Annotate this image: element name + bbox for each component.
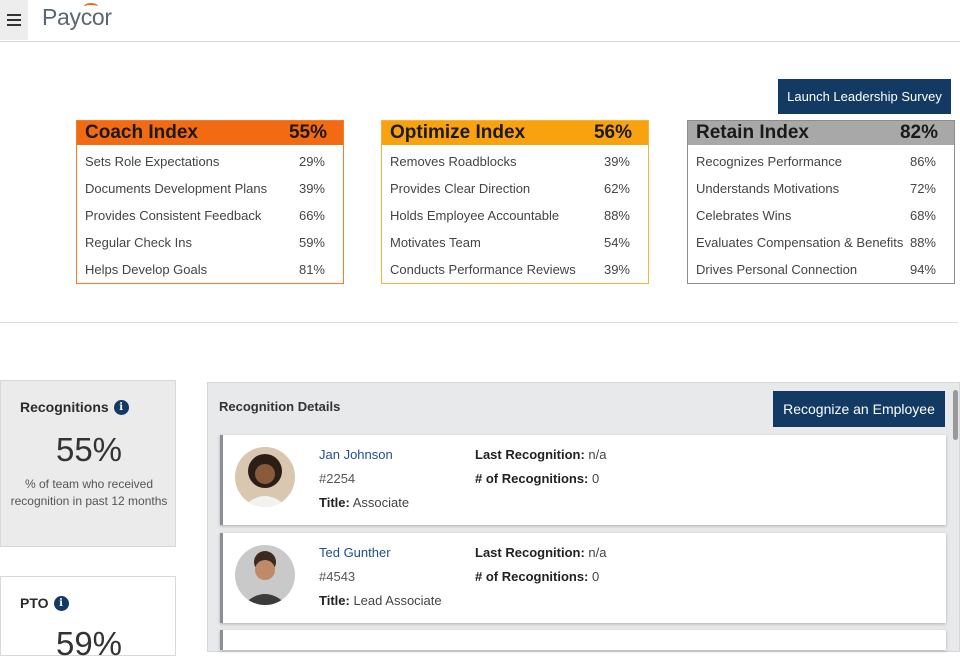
index-row-label: Understands Motivations	[696, 181, 840, 196]
recognitions-stat-title: Recognitions i	[20, 399, 129, 415]
index-row-label: Holds Employee Accountable	[390, 208, 560, 223]
optimize-index-card: Optimize Index 56% Removes Roadblocks 39%…	[381, 120, 649, 284]
index-row: Holds Employee Accountable 88%	[382, 202, 648, 229]
index-row: Regular Check Ins 59%	[77, 229, 343, 256]
index-row: Sets Role Expectations 29%	[77, 148, 343, 175]
index-row-value: 39%	[298, 181, 325, 196]
index-row-value: 54%	[603, 235, 630, 250]
recognize-employee-button[interactable]: Recognize an Employee	[773, 391, 945, 427]
index-row-label: Drives Personal Connection	[696, 262, 858, 277]
optimize-index-header: Optimize Index 56%	[382, 121, 648, 145]
employee-card[interactable]: Ted Gunther #4543 Title: Lead Associate …	[220, 533, 946, 623]
logo-arc-icon	[84, 3, 98, 10]
index-row: Provides Clear Direction 62%	[382, 175, 648, 202]
retain-index-card: Retain Index 82% Recognizes Performance 8…	[687, 120, 955, 284]
employee-id: #2254	[319, 471, 356, 486]
index-row-label: Regular Check Ins	[85, 235, 192, 250]
index-row-value: 88%	[603, 208, 630, 223]
index-row-label: Celebrates Wins	[696, 208, 792, 223]
scrollbar-thumb[interactable]	[953, 390, 958, 440]
index-row-label: Removes Roadblocks	[390, 154, 517, 169]
index-row-label: Provides Clear Direction	[390, 181, 531, 196]
employee-id: #4543	[319, 569, 356, 584]
index-row-label: Conducts Performance Reviews	[390, 262, 576, 277]
retain-index-header: Retain Index 82%	[688, 121, 954, 145]
index-row-label: Evaluates Compensation & Benefits	[696, 235, 904, 250]
launch-leadership-survey-button[interactable]: Launch Leadership Survey	[778, 79, 951, 114]
employee-avatar	[235, 447, 295, 507]
index-row-label: Documents Development Plans	[85, 181, 268, 196]
employee-title: Title: Associate	[319, 495, 410, 510]
coach-index-header: Coach Index 55%	[77, 121, 343, 145]
index-row-label: Provides Consistent Feedback	[85, 208, 262, 223]
index-row: Conducts Performance Reviews 39%	[382, 256, 648, 283]
top-bar: Paycor	[0, 0, 960, 42]
employee-name[interactable]: Ted Gunther	[319, 545, 391, 560]
index-row: Removes Roadblocks 39%	[382, 148, 648, 175]
index-row-value: 59%	[298, 235, 325, 250]
recognition-count: # of Recognitions: 0	[475, 569, 600, 584]
hamburger-menu-icon[interactable]	[0, 0, 28, 40]
index-row-value: 72%	[909, 181, 936, 196]
index-title: Optimize Index	[390, 122, 526, 143]
recognition-details-title: Recognition Details	[219, 399, 341, 414]
index-row: Celebrates Wins 68%	[688, 202, 954, 229]
last-recognition: Last Recognition: n/a	[475, 447, 607, 462]
employee-card[interactable]	[220, 630, 946, 650]
employee-title: Title: Lead Associate	[319, 593, 442, 608]
index-row-value: 29%	[298, 154, 325, 169]
index-row-value: 39%	[603, 262, 630, 277]
info-icon[interactable]: i	[113, 399, 129, 415]
index-score: 55%	[288, 122, 327, 143]
index-row-value: 39%	[603, 154, 630, 169]
last-recognition: Last Recognition: n/a	[475, 545, 607, 560]
coach-index-card: Coach Index 55% Sets Role Expectations 29…	[76, 120, 344, 284]
index-row-value: 86%	[909, 154, 936, 169]
recognitions-stat-card: Recognitions i 55% % of team who receive…	[0, 380, 176, 547]
index-row-value: 68%	[909, 208, 936, 223]
section-divider	[0, 322, 958, 323]
index-row: Motivates Team 54%	[382, 229, 648, 256]
index-row: Provides Consistent Feedback 66%	[77, 202, 343, 229]
index-score: 82%	[899, 122, 938, 143]
index-title: Coach Index	[85, 122, 198, 143]
employee-avatar	[235, 545, 295, 605]
index-title: Retain Index	[696, 122, 809, 143]
index-row-value: 81%	[298, 262, 325, 277]
recognitions-stat-description: % of team who received recognition in pa…	[10, 477, 168, 508]
index-row: Documents Development Plans 39%	[77, 175, 343, 202]
employee-name[interactable]: Jan Johnson	[319, 447, 393, 462]
employee-card[interactable]: Jan Johnson #2254 Title: Associate Last …	[220, 435, 946, 525]
index-row-label: Recognizes Performance	[696, 154, 842, 169]
pto-stat-card: PTO i 59%	[0, 576, 176, 662]
index-row-value: 88%	[909, 235, 936, 250]
paycor-logo[interactable]: Paycor	[42, 4, 112, 31]
index-row-value: 94%	[909, 262, 936, 277]
recognitions-stat-value: 55%	[55, 431, 123, 468]
pto-stat-title: PTO i	[20, 595, 69, 611]
info-icon[interactable]: i	[53, 595, 69, 611]
index-score: 56%	[593, 122, 632, 143]
index-row-value: 66%	[298, 208, 325, 223]
index-row-label: Sets Role Expectations	[85, 154, 220, 169]
recognition-count: # of Recognitions: 0	[475, 471, 600, 486]
index-row: Helps Develop Goals 81%	[77, 256, 343, 283]
index-row-value: 62%	[603, 181, 630, 196]
pto-stat-value: 59%	[55, 625, 123, 662]
index-row: Recognizes Performance 86%	[688, 148, 954, 175]
index-row: Drives Personal Connection 94%	[688, 256, 954, 283]
index-row: Evaluates Compensation & Benefits 88%	[688, 229, 954, 256]
index-row: Understands Motivations 72%	[688, 175, 954, 202]
index-row-label: Motivates Team	[390, 235, 481, 250]
index-row-label: Helps Develop Goals	[85, 262, 208, 277]
